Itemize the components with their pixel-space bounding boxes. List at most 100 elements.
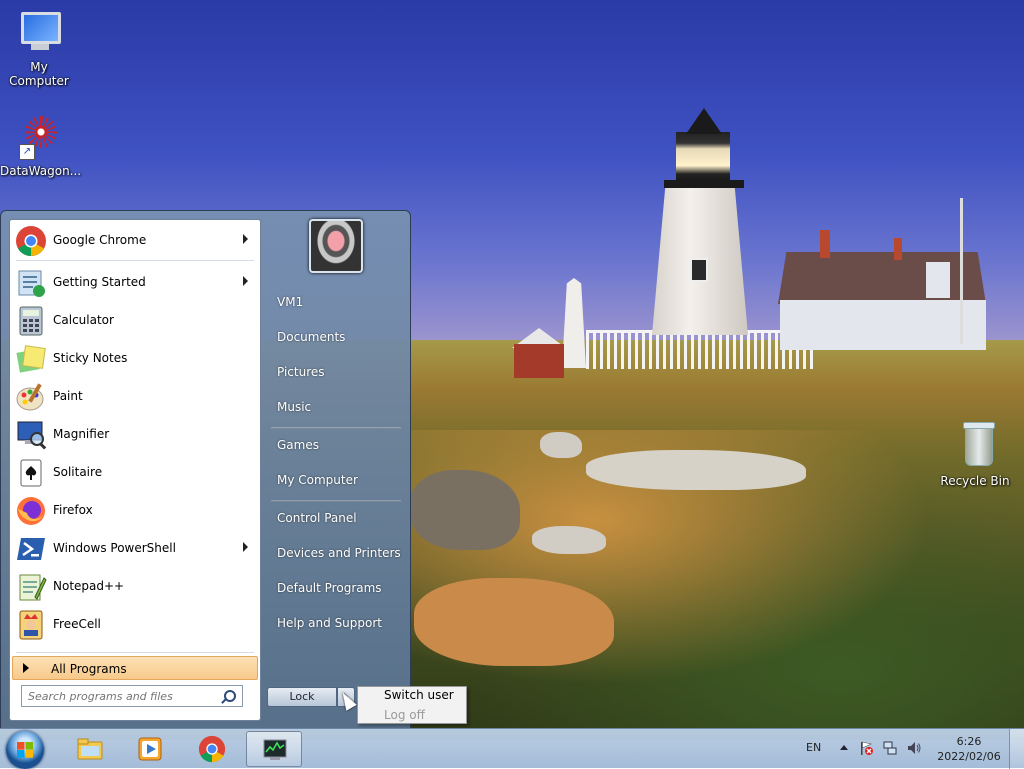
firefox-icon: [17, 497, 45, 525]
start-link-devices-printers[interactable]: Devices and Printers: [267, 538, 403, 568]
sticky-notes-icon: [16, 345, 46, 373]
start-link-default-programs[interactable]: Default Programs: [267, 573, 403, 603]
start-link-music[interactable]: Music: [267, 392, 403, 422]
search-icon[interactable]: [224, 690, 236, 702]
show-desktop-button[interactable]: [1009, 729, 1024, 769]
start-item-calculator[interactable]: Calculator: [12, 303, 258, 339]
wallpaper-flagpole: [960, 198, 963, 344]
search-input[interactable]: [28, 688, 214, 704]
show-hidden-icons-icon[interactable]: [836, 740, 852, 756]
start-item-magnifier[interactable]: Magnifier: [12, 417, 258, 453]
wallpaper-shed: [514, 344, 564, 378]
start-link-my-computer[interactable]: My Computer: [267, 465, 403, 495]
start-link-control-panel[interactable]: Control Panel: [267, 503, 403, 533]
datawagon-icon: ↗: [15, 114, 63, 162]
start-button[interactable]: [6, 731, 44, 769]
computer-icon: [15, 10, 63, 58]
start-item-google-chrome[interactable]: Google Chrome: [12, 223, 258, 259]
explorer-icon: [77, 738, 103, 760]
action-center-flag-icon[interactable]: [858, 740, 874, 756]
wallpaper-rock: [410, 470, 520, 550]
start-link-label: Games: [277, 438, 319, 452]
lock-button[interactable]: Lock: [267, 687, 337, 707]
clock-time: 6:26: [956, 735, 982, 748]
wallpaper-lighthouse-window: [690, 258, 708, 282]
start-link-label: Pictures: [277, 365, 325, 379]
power-options-menu: Switch user Log off: [357, 686, 467, 724]
wallpaper-chimney: [894, 238, 902, 260]
recycle-bin-icon: [951, 422, 999, 472]
separator: [271, 500, 401, 502]
windows-logo-icon: [17, 742, 33, 758]
start-item-label: Getting Started: [53, 275, 146, 289]
start-link-label: Help and Support: [277, 616, 382, 630]
taskbar-task-manager[interactable]: [246, 731, 302, 767]
calculator-icon: [19, 306, 43, 336]
taskbar-media-player[interactable]: [122, 731, 178, 767]
start-item-label: Google Chrome: [53, 233, 147, 247]
all-programs-button[interactable]: All Programs: [12, 656, 258, 680]
taskbar-explorer[interactable]: [62, 731, 118, 767]
getting-started-icon: [18, 270, 45, 297]
start-item-getting-started[interactable]: Getting Started: [12, 265, 258, 301]
notepadpp-icon: [19, 574, 47, 601]
wallpaper-rock: [532, 526, 606, 554]
start-item-freecell[interactable]: FreeCell: [12, 607, 258, 643]
network-icon[interactable]: [882, 740, 898, 756]
start-item-label: Notepad++: [53, 579, 125, 593]
language-indicator[interactable]: EN: [806, 741, 821, 754]
media-player-icon: [138, 737, 162, 761]
start-link-help-support[interactable]: Help and Support: [267, 608, 403, 638]
start-link-games[interactable]: Games: [267, 430, 403, 460]
start-link-documents[interactable]: Documents: [267, 322, 403, 352]
separator: [16, 652, 254, 653]
menu-item-log-off[interactable]: Log off: [384, 708, 425, 722]
wallpaper-rock: [414, 578, 614, 666]
freecell-icon: [19, 610, 43, 640]
wallpaper-rock: [586, 450, 806, 490]
separator: [271, 427, 401, 429]
taskbar-chrome[interactable]: [184, 731, 240, 767]
magnifier-icon: [17, 421, 47, 450]
start-item-sticky-notes[interactable]: Sticky Notes: [12, 341, 258, 377]
desktop-icon-recycle-bin[interactable]: Recycle Bin: [936, 422, 1014, 488]
desktop-icon-datawagon[interactable]: ↗ DataWagon...: [0, 114, 82, 178]
wallpaper-chimney: [820, 230, 830, 258]
powershell-icon: [17, 538, 45, 560]
start-item-solitaire[interactable]: Solitaire: [12, 455, 258, 491]
start-item-notepadpp[interactable]: Notepad++: [12, 569, 258, 605]
system-clock[interactable]: 6:26 2022/02/06: [934, 734, 1004, 764]
start-item-label: Sticky Notes: [53, 351, 128, 365]
start-link-label: My Computer: [277, 473, 358, 487]
start-link-label: Control Panel: [277, 511, 357, 525]
submenu-arrow-icon[interactable]: [243, 542, 248, 552]
start-item-label: Magnifier: [53, 427, 110, 441]
start-item-windows-powershell[interactable]: Windows PowerShell: [12, 531, 258, 567]
desktop-icon-label: My Computer: [9, 60, 69, 88]
wallpaper-house: [780, 300, 986, 350]
start-menu-programs-pane: Google Chrome Getting Started Calculator…: [9, 219, 261, 721]
submenu-arrow-icon[interactable]: [243, 234, 248, 244]
start-link-pictures[interactable]: Pictures: [267, 357, 403, 387]
wallpaper-house-roof: [778, 252, 986, 304]
desktop-icon-label: DataWagon...: [0, 164, 82, 178]
start-item-label: FreeCell: [53, 617, 101, 631]
chrome-icon: [16, 226, 46, 257]
start-link-user[interactable]: VM1: [267, 287, 403, 317]
user-picture[interactable]: [309, 219, 363, 273]
start-item-label: Solitaire: [53, 465, 103, 479]
volume-icon[interactable]: [906, 740, 922, 756]
submenu-arrow-icon[interactable]: [243, 276, 248, 286]
start-item-paint[interactable]: Paint: [12, 379, 258, 415]
desktop-icon-label: Recycle Bin: [940, 474, 1010, 488]
wallpaper-rock: [540, 432, 582, 458]
start-item-label: Firefox: [53, 503, 93, 517]
solitaire-icon: [20, 459, 42, 487]
desktop-icon-my-computer[interactable]: My Computer: [0, 10, 78, 88]
chrome-icon: [198, 735, 226, 763]
start-link-label: Devices and Printers: [277, 546, 401, 560]
start-item-firefox[interactable]: Firefox: [12, 493, 258, 529]
start-menu: Google Chrome Getting Started Calculator…: [0, 210, 411, 730]
taskbar: EN 6:26 2022/02/06: [0, 728, 1024, 769]
menu-item-switch-user[interactable]: Switch user: [384, 688, 454, 702]
